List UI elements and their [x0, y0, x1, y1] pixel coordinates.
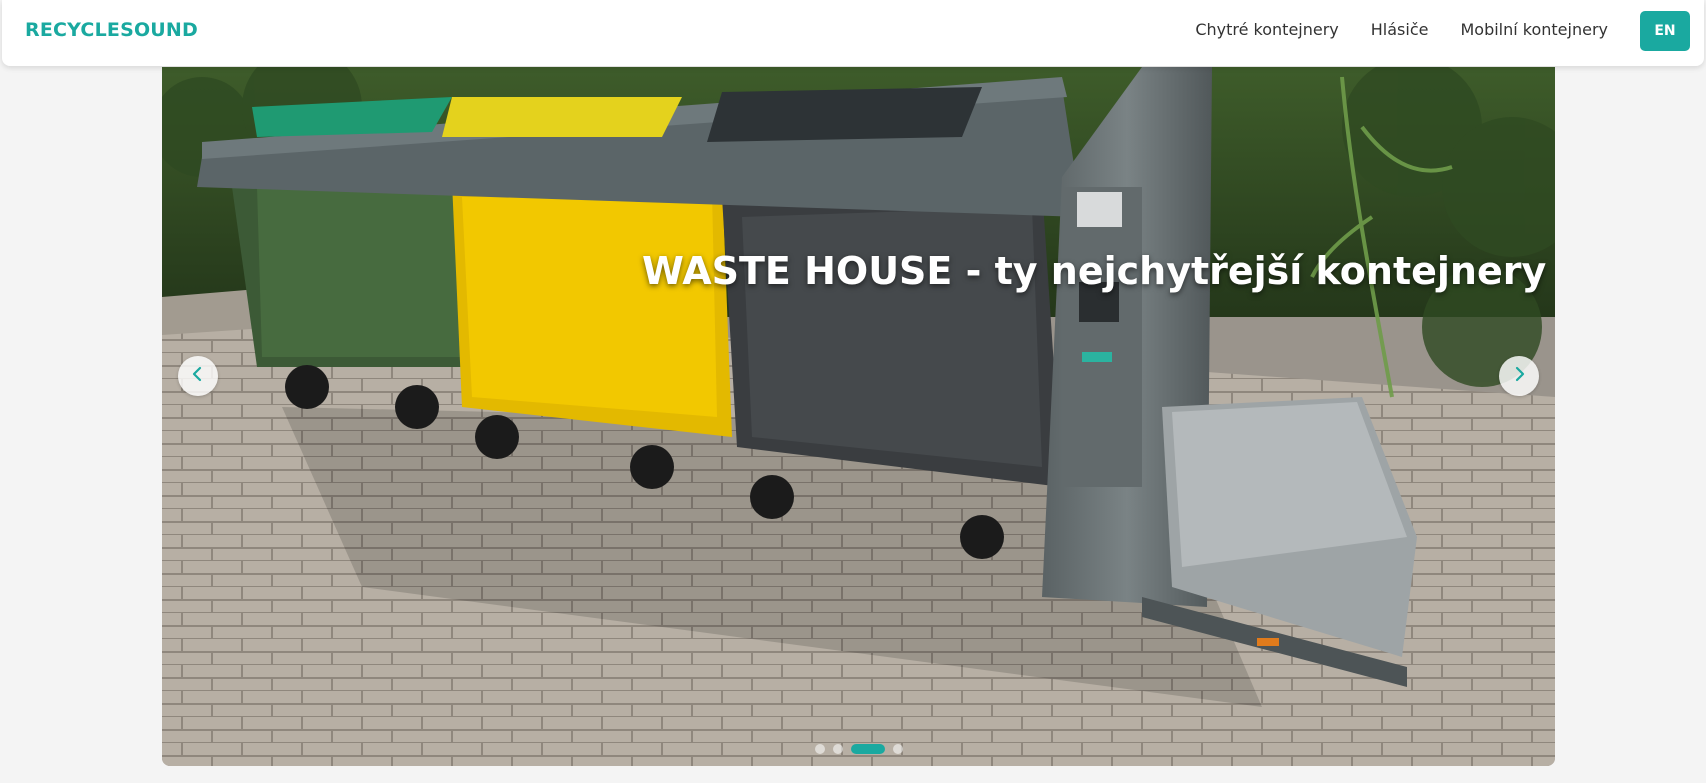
carousel-indicator-2[interactable] [832, 744, 843, 754]
carousel-indicator-1[interactable] [814, 744, 825, 754]
carousel-prev-button[interactable] [178, 356, 218, 396]
chevron-right-icon [1511, 366, 1527, 386]
nav-item-mobile-containers[interactable]: Mobilní kontejnery [1460, 20, 1608, 39]
brand-logo[interactable]: RECYCLESOUND [25, 19, 198, 41]
main-nav: Chytré kontejnery Hlásiče Mobilní kontej… [1195, 20, 1608, 39]
carousel-indicator-3[interactable] [850, 744, 885, 754]
language-switch-button[interactable]: EN [1640, 11, 1690, 51]
nav-item-alarms[interactable]: Hlásiče [1371, 20, 1429, 39]
chevron-left-icon [190, 366, 206, 386]
nav-item-smart-containers[interactable]: Chytré kontejnery [1195, 20, 1338, 39]
hero-carousel: WASTE HOUSE - ty nejchytřejší kontejnery [162, 67, 1555, 766]
top-navbar: RECYCLESOUND Chytré kontejnery Hlásiče M… [2, 0, 1704, 66]
slide-caption: WASTE HOUSE - ty nejchytřejší kontejnery [642, 249, 1547, 293]
carousel-indicators [162, 744, 1555, 754]
slide-image [162, 67, 1555, 766]
carousel-next-button[interactable] [1499, 356, 1539, 396]
carousel-indicator-4[interactable] [892, 744, 903, 754]
